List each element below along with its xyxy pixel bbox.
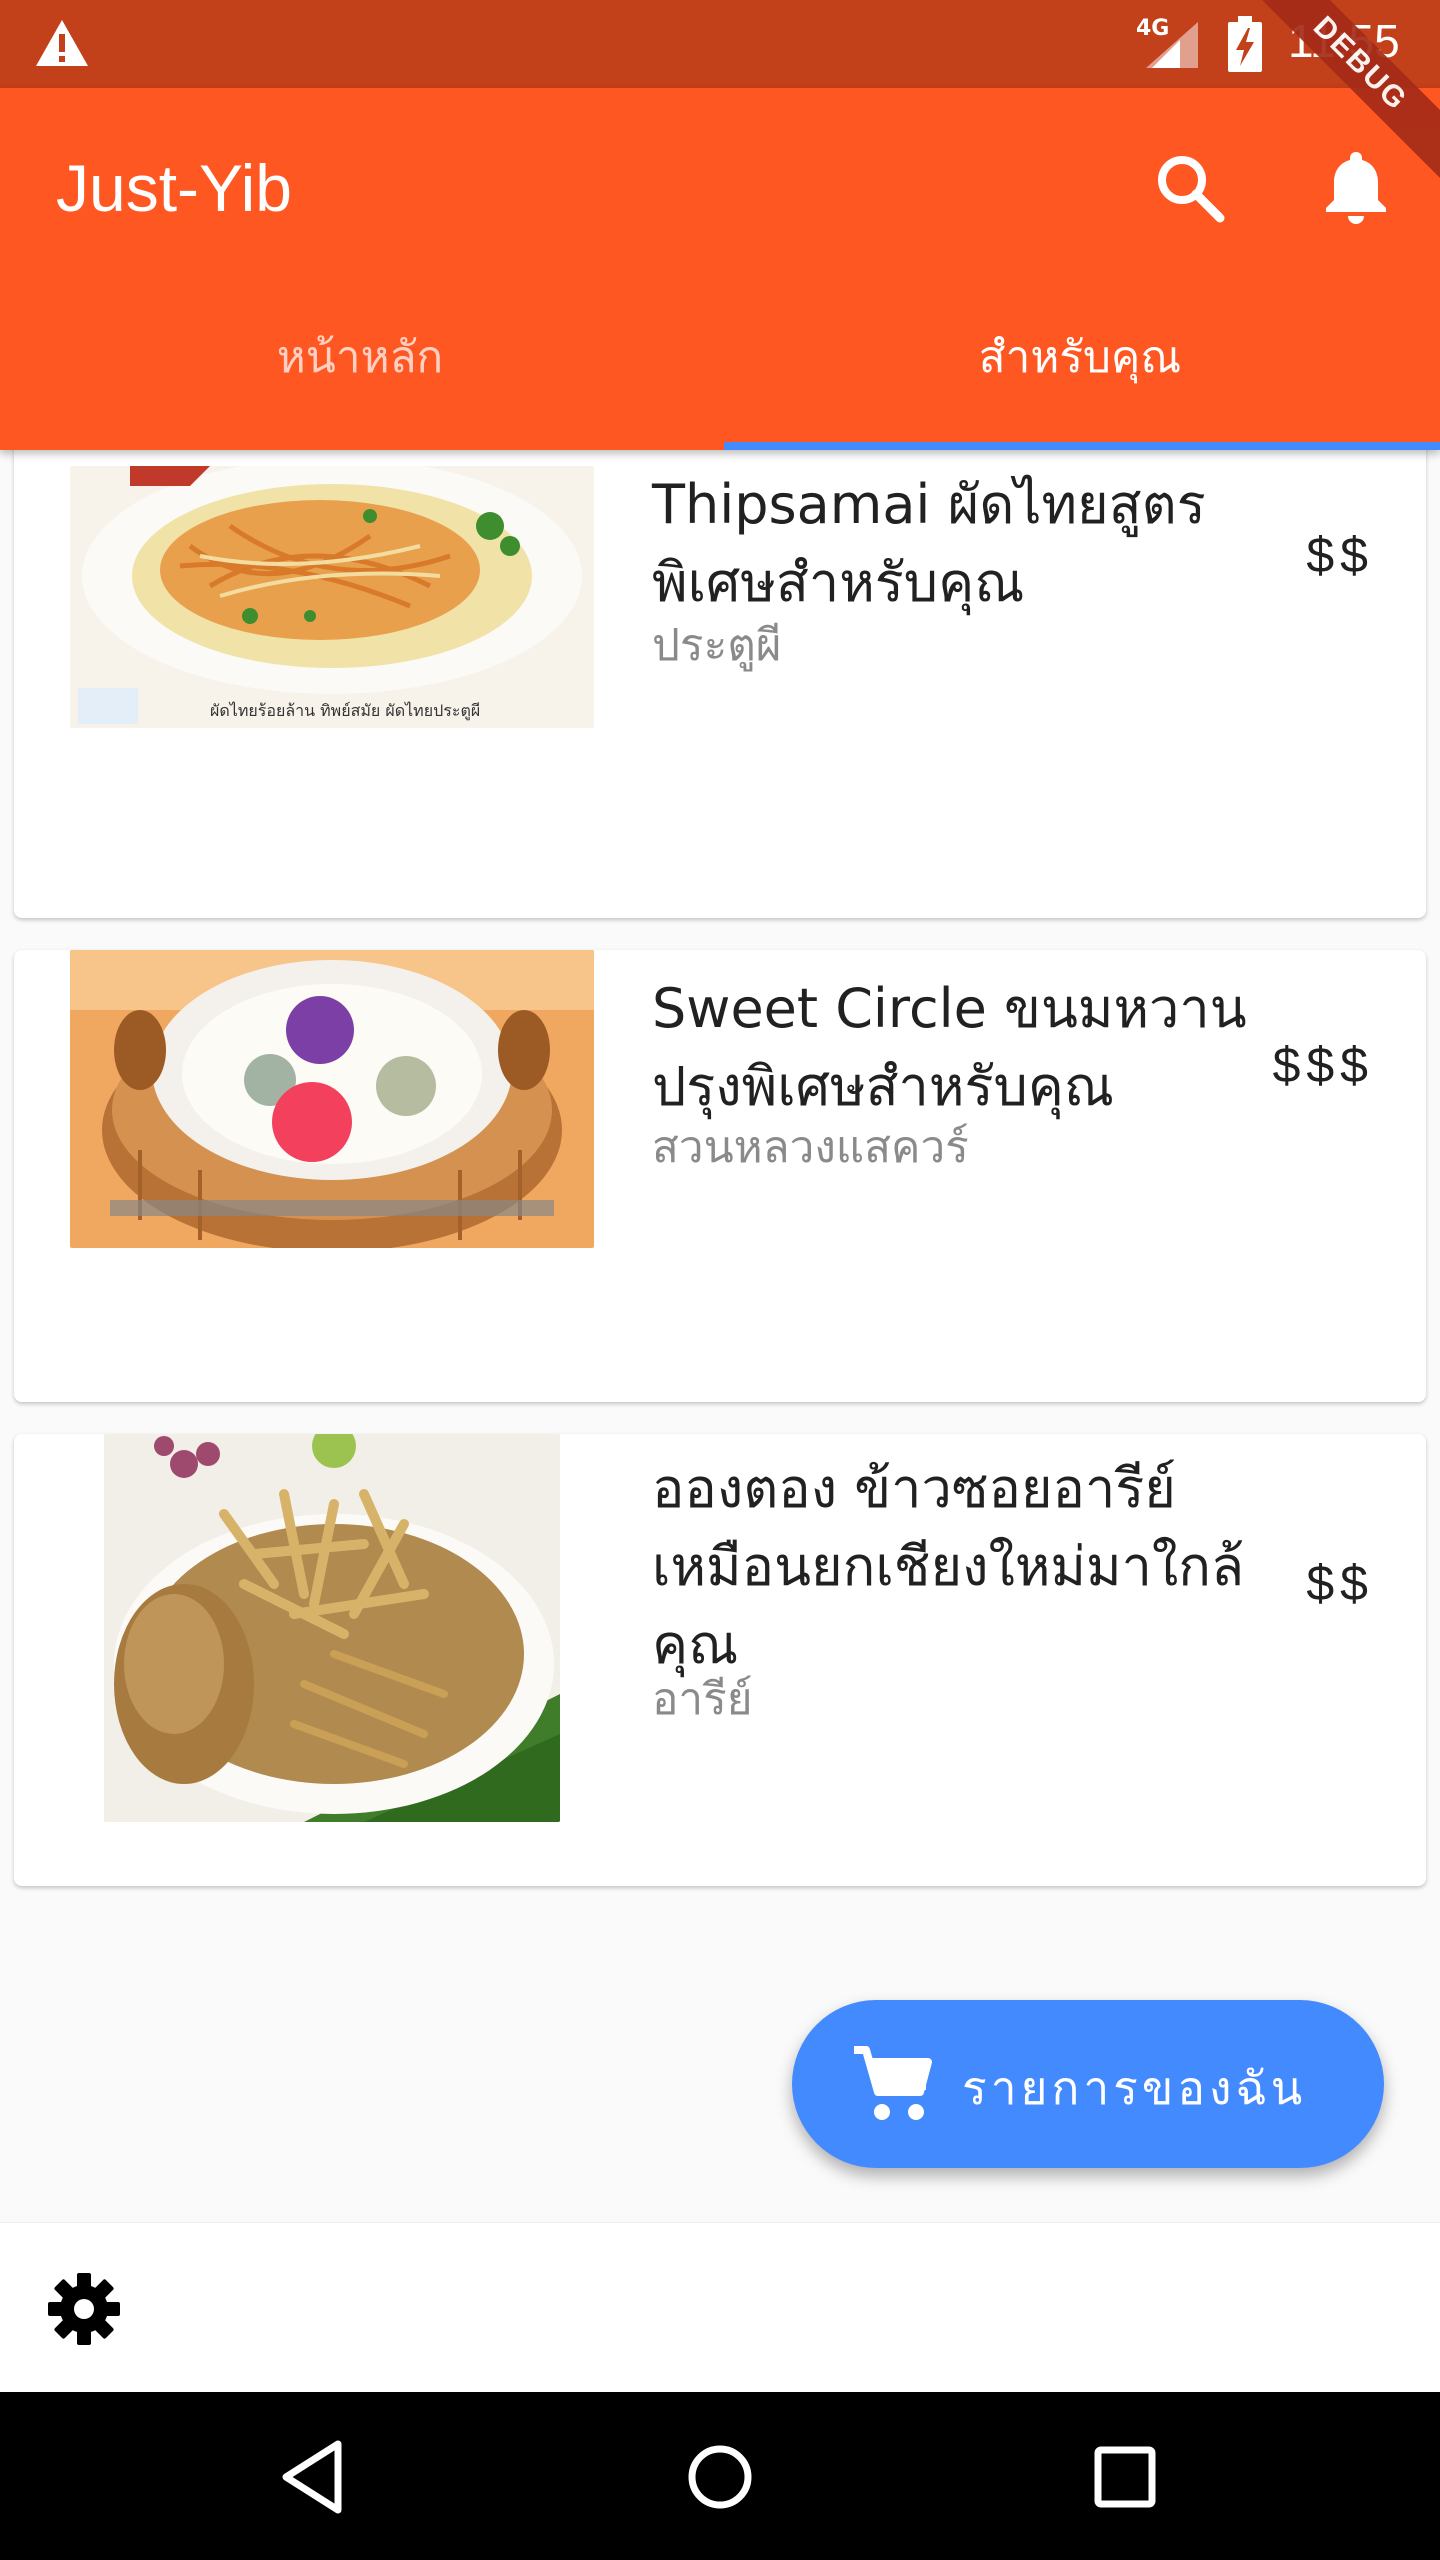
- restaurant-card[interactable]: อองตอง ข้าวซอยอารีย์เหมือนยกเชียงใหม่มาใ…: [14, 1434, 1426, 1886]
- restaurant-name: อองตอง ข้าวซอยอารีย์เหมือนยกเชียงใหม่มาใ…: [652, 1457, 1245, 1676]
- image-caption: ผัดไทยร้อยล้าน ทิพย์สมัย ผัดไทยประตูผี: [210, 701, 480, 721]
- restaurant-card[interactable]: Sweet Circle ขนมหวานปรุงพิเศษสำหรับคุณ ส…: [14, 950, 1426, 1402]
- signal-icon: [1146, 22, 1198, 68]
- restaurant-card[interactable]: ผัดไทยร้อยล้าน ทิพย์สมัย ผัดไทยประตูผี T…: [14, 430, 1426, 918]
- recents-icon[interactable]: [1080, 2432, 1170, 2522]
- restaurant-image: [104, 1434, 560, 1822]
- gear-icon[interactable]: [44, 2269, 124, 2349]
- restaurant-name: Thipsamai ผัดไทยสูตรพิเศษสำหรับคุณ: [652, 473, 1206, 614]
- back-icon[interactable]: [270, 2432, 360, 2522]
- price-level: $$: [1306, 1555, 1374, 1611]
- tab-indicator: [724, 442, 1440, 450]
- bottom-bar: [0, 2222, 1440, 2392]
- system-navigation-bar: [0, 2392, 1440, 2560]
- restaurant-image: ผัดไทยร้อยล้าน ทิพย์สมัย ผัดไทยประตูผี: [70, 466, 594, 728]
- bell-icon[interactable]: [1316, 146, 1396, 226]
- my-list-label: รายการของฉัน: [962, 2061, 1307, 2115]
- home-icon[interactable]: [675, 2432, 765, 2522]
- app-bar: Just-Yib หน้าหลัก สำหรับคุณ: [0, 88, 1440, 450]
- restaurant-location: สวนหลวงแสควร์: [652, 1122, 969, 1173]
- cart-icon: [854, 2046, 932, 2120]
- warning-icon: [36, 20, 88, 66]
- restaurant-location: อารีย์: [652, 1674, 753, 1725]
- app-title: Just-Yib: [56, 151, 292, 225]
- price-level: $$: [1306, 527, 1374, 583]
- restaurant-image: [70, 950, 594, 1248]
- search-icon[interactable]: [1150, 148, 1230, 228]
- restaurant-location: ประตูผี: [652, 620, 782, 671]
- status-bar: 4G 11:55: [0, 0, 1440, 88]
- battery-charging-icon: [1228, 16, 1262, 72]
- my-list-button[interactable]: รายการของฉัน: [792, 2000, 1384, 2168]
- tab-for-you[interactable]: สำหรับคุณ: [720, 328, 1440, 450]
- tab-home[interactable]: หน้าหลัก: [0, 328, 720, 450]
- restaurant-name: Sweet Circle ขนมหวานปรุงพิเศษสำหรับคุณ: [652, 977, 1247, 1118]
- price-level: $$$: [1272, 1037, 1374, 1093]
